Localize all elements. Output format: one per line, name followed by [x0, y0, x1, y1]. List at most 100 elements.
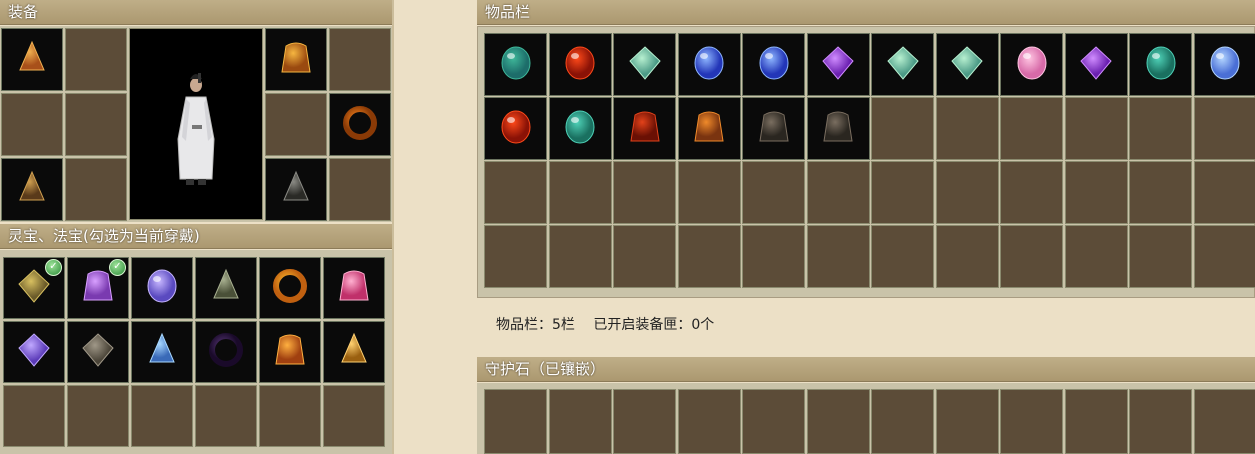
treasure-slot[interactable]: ✓ — [67, 257, 129, 319]
pink-lantern-icon — [332, 264, 376, 312]
inventory-slot[interactable] — [1000, 161, 1063, 224]
inventory-slot[interactable] — [1193, 161, 1255, 224]
inventory-slot[interactable] — [1000, 97, 1063, 160]
inventory-slot[interactable] — [806, 161, 870, 224]
red-oval-gem-icon — [558, 41, 602, 89]
inventory-slot[interactable] — [1129, 225, 1192, 288]
treasure-slot[interactable] — [195, 321, 257, 383]
treasure-slot[interactable] — [131, 321, 193, 383]
treasure-slot[interactable] — [323, 385, 385, 447]
inventory-slot[interactable] — [548, 33, 612, 96]
guard-stone-slot[interactable] — [484, 389, 547, 454]
guard-stone-slot[interactable] — [806, 389, 870, 454]
inventory-slot[interactable] — [613, 225, 676, 288]
inventory-slot[interactable] — [742, 97, 805, 160]
equipment-slot[interactable] — [329, 158, 391, 221]
violet-scroll-icon — [12, 328, 56, 376]
teal-drop-gem-icon — [558, 105, 602, 153]
inventory-slot[interactable] — [677, 33, 741, 96]
inventory-slot[interactable] — [871, 97, 934, 160]
inventory-slot[interactable] — [548, 225, 612, 288]
guard-stone-slot[interactable] — [871, 389, 934, 454]
inventory-slot[interactable] — [1129, 33, 1192, 96]
inventory-slot[interactable] — [742, 225, 805, 288]
inventory-slot[interactable] — [935, 97, 999, 160]
guard-stone-slot[interactable] — [742, 389, 805, 454]
equipment-slot[interactable] — [1, 158, 63, 221]
golden-cloud-icon — [268, 264, 312, 312]
guard-stone-slot[interactable] — [613, 389, 676, 454]
inventory-slot[interactable] — [677, 161, 741, 224]
inventory-slot[interactable] — [1064, 225, 1128, 288]
equipment-slot[interactable] — [265, 93, 327, 156]
guard-stone-slot[interactable] — [1064, 389, 1128, 454]
inventory-slot[interactable] — [935, 225, 999, 288]
inventory-slot[interactable] — [935, 33, 999, 96]
treasure-slot[interactable] — [131, 257, 193, 319]
treasure-slot[interactable] — [67, 321, 129, 383]
inventory-slot[interactable] — [871, 33, 934, 96]
inventory-slot[interactable] — [677, 97, 741, 160]
guard-stone-slot[interactable] — [1193, 389, 1255, 454]
check-icon: ✓ — [109, 259, 126, 276]
treasure-slot[interactable]: ✓ — [3, 257, 65, 319]
inventory-slot[interactable] — [871, 161, 934, 224]
inventory-slot[interactable] — [742, 161, 805, 224]
equipment-slot[interactable] — [65, 158, 127, 221]
inventory-slot[interactable] — [806, 97, 870, 160]
inventory-slot[interactable] — [484, 225, 547, 288]
equipment-slot[interactable] — [329, 28, 391, 91]
inventory-slot[interactable] — [1129, 161, 1192, 224]
guard-stone-slot[interactable] — [1000, 389, 1063, 454]
inventory-slot[interactable] — [548, 97, 612, 160]
tassel-necklace-icon — [10, 166, 54, 214]
equipment-slot[interactable] — [329, 93, 391, 156]
inventory-slot[interactable] — [548, 161, 612, 224]
inventory-slot[interactable] — [935, 161, 999, 224]
inventory-slot[interactable] — [1129, 97, 1192, 160]
equipment-slot[interactable] — [65, 28, 127, 91]
treasure-slot[interactable] — [323, 257, 385, 319]
treasure-slot[interactable] — [67, 385, 129, 447]
inventory-slot[interactable] — [806, 225, 870, 288]
equipment-slot[interactable] — [265, 158, 327, 221]
inventory-slot[interactable] — [1064, 97, 1128, 160]
treasure-slot[interactable] — [259, 321, 321, 383]
guard-stone-slot[interactable] — [548, 389, 612, 454]
inventory-slot[interactable] — [677, 225, 741, 288]
inventory-slot[interactable] — [1000, 225, 1063, 288]
guard-stone-slot[interactable] — [677, 389, 741, 454]
inventory-slot[interactable] — [1193, 97, 1255, 160]
equipment-slot[interactable] — [1, 93, 63, 156]
blue-prism-icon — [1203, 41, 1247, 89]
inventory-slot[interactable] — [484, 97, 547, 160]
guard-stone-slot[interactable] — [1129, 389, 1192, 454]
treasure-slot[interactable] — [131, 385, 193, 447]
treasure-slot[interactable] — [195, 257, 257, 319]
inventory-slot[interactable] — [871, 225, 934, 288]
inventory-slot[interactable] — [806, 33, 870, 96]
inventory-slot[interactable] — [613, 97, 676, 160]
equipment-slot[interactable] — [65, 93, 127, 156]
treasure-slot[interactable] — [323, 321, 385, 383]
inventory-slot[interactable] — [1064, 33, 1128, 96]
inventory-slot[interactable] — [1064, 161, 1128, 224]
inventory-slot[interactable] — [613, 33, 676, 96]
inventory-slot[interactable] — [742, 33, 805, 96]
inventory-slot[interactable] — [484, 33, 547, 96]
equipment-slot[interactable] — [265, 28, 327, 91]
equipment-slot[interactable] — [1, 28, 63, 91]
teal-drop-gem-icon — [1139, 41, 1183, 89]
inventory-slot[interactable] — [613, 161, 676, 224]
ice-fan-icon — [140, 328, 184, 376]
inventory-slot[interactable] — [1193, 225, 1255, 288]
inventory-slot[interactable] — [484, 161, 547, 224]
inventory-slot[interactable] — [1000, 33, 1063, 96]
treasure-slot[interactable] — [259, 257, 321, 319]
treasure-slot[interactable] — [3, 321, 65, 383]
treasure-slot[interactable] — [259, 385, 321, 447]
treasure-slot[interactable] — [3, 385, 65, 447]
guard-stone-slot[interactable] — [935, 389, 999, 454]
treasure-slot[interactable] — [195, 385, 257, 447]
inventory-slot[interactable] — [1193, 33, 1255, 96]
